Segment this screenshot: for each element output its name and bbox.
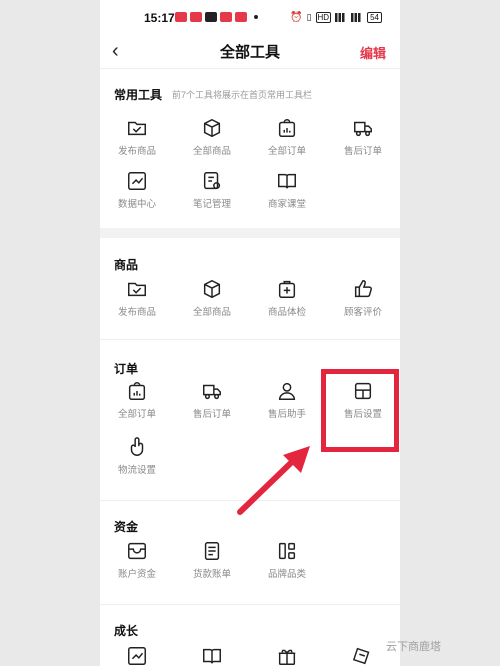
alarm-icon: ⏰ (290, 12, 303, 23)
tool-logistics-settings[interactable]: 物流设置 (102, 436, 172, 476)
edit-button[interactable]: 编辑 (360, 43, 386, 62)
tool-label: 顾客评价 (343, 307, 382, 318)
tool-label: 全部订单 (267, 146, 306, 157)
navigation-bar: ‹ 全部工具 编辑 (100, 36, 400, 69)
notification-icons (175, 12, 258, 22)
tool-data-center[interactable]: 数据中心 (102, 170, 172, 210)
tool-growth-book[interactable] (177, 645, 247, 666)
tool-label: 商品体检 (267, 307, 306, 318)
app-notification-icon (235, 12, 247, 22)
tool-label: 数据中心 (117, 199, 156, 210)
tool-merchant-class[interactable]: 商家课堂 (252, 170, 322, 210)
tool-label: 售后订单 (343, 146, 382, 157)
app-notification-icon (175, 12, 187, 22)
tool-label: 物流设置 (117, 465, 156, 476)
tool-customer-reviews[interactable]: 顾客评价 (328, 278, 398, 318)
tool-growth-gift[interactable] (252, 645, 322, 666)
tool-publish-goods[interactable]: 发布商品 (102, 278, 172, 318)
app-notification-icon (190, 12, 202, 22)
status-bar: 15:17 ⏰ ▯ HD 54 (100, 0, 400, 36)
tool-goods-checkup[interactable]: 商品体检 (252, 278, 322, 318)
tool-all-orders[interactable]: 全部订单 (252, 117, 322, 157)
vibrate-icon: ▯ (306, 12, 312, 22)
more-dot-icon (254, 15, 258, 19)
section-title: 资金 (114, 520, 139, 534)
folder-check-icon (128, 121, 146, 136)
note-gear-icon (203, 172, 221, 190)
watermark: 云下商鹿塔 (386, 641, 441, 653)
tool-label: 品牌品类 (267, 569, 306, 580)
grid-icon (278, 542, 296, 560)
tool-aftersale-orders[interactable]: 售后订单 (328, 117, 398, 157)
signal-icon (335, 13, 348, 22)
tool-label: 全部商品 (192, 307, 231, 318)
phone-screen: 15:17 ⏰ ▯ HD 54 ‹ 全部工具 编辑 常用工具 前7个工具将展示在… (100, 0, 400, 666)
thumbs-up-icon (354, 280, 372, 298)
truck-icon (203, 384, 221, 400)
battery-icon: 54 (367, 12, 382, 23)
tool-label: 售后订单 (192, 409, 231, 420)
book-icon (278, 173, 296, 189)
medical-bag-icon (278, 280, 296, 298)
section-title: 常用工具 (114, 88, 163, 102)
tool-label: 发布商品 (117, 307, 156, 318)
section-title: 订单 (114, 362, 139, 376)
section-hint: 前7个工具将展示在首页常用工具栏 (172, 90, 313, 100)
section-divider (100, 339, 400, 340)
chart-bag-icon (278, 119, 296, 137)
tool-label: 货款账单 (192, 569, 231, 580)
section-divider (100, 604, 400, 605)
trend-icon (128, 172, 146, 190)
tool-label: 笔记管理 (192, 199, 231, 210)
tool-label: 售后助手 (267, 409, 306, 420)
chart-bag-icon (128, 382, 146, 400)
tool-label: 发布商品 (117, 146, 156, 157)
gift-icon (278, 649, 296, 665)
box-icon (203, 118, 221, 138)
highlight-box (321, 369, 399, 452)
book-icon (203, 648, 221, 664)
tool-all-orders[interactable]: 全部订单 (102, 380, 172, 420)
section-divider (100, 500, 400, 501)
tool-growth-data[interactable] (102, 645, 172, 666)
folder-check-icon (128, 282, 146, 297)
tool-aftersale-orders[interactable]: 售后订单 (177, 380, 247, 420)
trend-icon (128, 647, 146, 665)
tool-aftersale-assistant[interactable]: 售后助手 (252, 380, 322, 420)
tool-label: 全部商品 (192, 146, 231, 157)
section-title: 成长 (114, 624, 139, 638)
tiktok-icon (205, 12, 217, 22)
hand-icon (130, 437, 144, 456)
status-time: 15:17 (144, 11, 175, 25)
signal-icon (351, 13, 364, 22)
hd-badge: HD (315, 12, 332, 23)
tool-all-goods[interactable]: 全部商品 (177, 117, 247, 157)
tool-note-management[interactable]: 笔记管理 (177, 170, 247, 210)
system-icons: ⏰ ▯ HD 54 (290, 12, 382, 23)
wallet-icon (128, 542, 146, 560)
tool-account-funds[interactable]: 账户资金 (102, 540, 172, 580)
page-title: 全部工具 (219, 44, 280, 61)
tool-payment-bill[interactable]: 货款账单 (177, 540, 247, 580)
tool-label: 账户资金 (117, 569, 156, 580)
section-title: 商品 (114, 258, 139, 272)
tool-brand-category[interactable]: 品牌品类 (252, 540, 322, 580)
section-divider (100, 228, 400, 238)
ticket-icon (352, 647, 370, 665)
app-notification-icon (220, 12, 232, 22)
person-icon (278, 382, 296, 400)
box-icon (203, 279, 221, 299)
tool-label: 商家课堂 (267, 199, 306, 210)
truck-icon (354, 121, 372, 137)
tool-all-goods[interactable]: 全部商品 (177, 278, 247, 318)
tool-label: 全部订单 (117, 409, 156, 420)
tool-publish-goods[interactable]: 发布商品 (102, 117, 172, 157)
bill-icon (204, 542, 220, 560)
